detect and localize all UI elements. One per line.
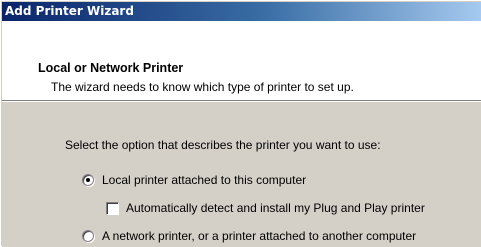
page-title: Local or Network Printer: [38, 61, 184, 75]
wizard-body: Select the option that describes the pri…: [2, 102, 481, 247]
local-printer-label: Local printer attached to this computer: [102, 173, 307, 187]
plug-and-play-label: Automatically detect and install my Plug…: [126, 201, 425, 215]
option-prompt: Select the option that describes the pri…: [65, 138, 381, 152]
window-title: Add Printer Wizard: [5, 4, 134, 18]
wizard-window: Add Printer Wizard Local or Network Prin…: [0, 0, 481, 247]
radio-unselected-icon[interactable]: [82, 230, 94, 242]
network-printer-option[interactable]: A network printer, or a printer attached…: [82, 229, 481, 245]
network-printer-label: A network printer, or a printer attached…: [102, 229, 417, 243]
radio-selected-icon[interactable]: [82, 174, 94, 186]
plug-and-play-option[interactable]: Automatically detect and install my Plug…: [106, 201, 481, 217]
title-bar[interactable]: Add Printer Wizard: [2, 2, 481, 21]
page-subtitle: The wizard needs to know which type of p…: [51, 80, 354, 94]
wizard-header: Local or Network Printer The wizard need…: [2, 21, 481, 100]
checkbox-unchecked-icon[interactable]: [106, 202, 119, 215]
local-printer-option[interactable]: Local printer attached to this computer: [82, 173, 382, 189]
radio-dot: [86, 178, 90, 182]
